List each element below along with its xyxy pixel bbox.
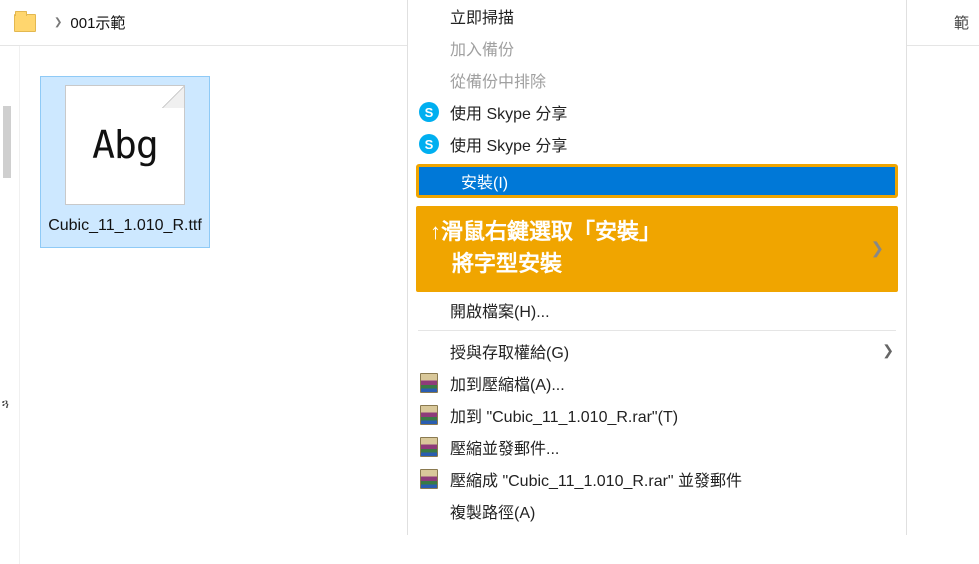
menu-add-backup-label: 加入備份 — [450, 36, 894, 60]
gutter-glyph: ጓ — [2, 396, 9, 412]
menu-skype-share-1[interactable]: S 使用 Skype 分享 — [408, 96, 906, 128]
file-item-selected[interactable]: Abg Cubic_11_1.010_R.ttf — [40, 76, 210, 248]
clipped-text: 範 — [954, 12, 969, 33]
chevron-right-icon: ❯ — [882, 342, 894, 359]
context-menu: 立即掃描 加入備份 從備份中排除 S 使用 Skype 分享 S 使用 Skyp… — [407, 0, 907, 535]
menu-rar-add[interactable]: 加到壓縮檔(A)... — [408, 367, 906, 399]
menu-grant-access-label: 授與存取權給(G) — [450, 339, 882, 363]
submenu-arrow-icon: ❯ — [871, 237, 884, 260]
menu-rar-compress-mail[interactable]: 壓縮並發郵件... — [408, 431, 906, 463]
menu-rar-add-label: 加到壓縮檔(A)... — [450, 371, 894, 395]
menu-rar-add-named-label: 加到 "Cubic_11_1.010_R.rar"(T) — [450, 403, 894, 427]
file-name-label: Cubic_11_1.010_R.ttf — [47, 215, 203, 237]
skype-icon: S — [418, 133, 440, 155]
menu-exclude-backup-label: 從備份中排除 — [450, 68, 894, 92]
winrar-icon — [418, 468, 440, 490]
winrar-icon — [418, 372, 440, 394]
menu-rar-add-named[interactable]: 加到 "Cubic_11_1.010_R.rar"(T) — [408, 399, 906, 431]
menu-rar-compress-mail-label: 壓縮並發郵件... — [450, 435, 894, 459]
menu-install[interactable]: 安裝(I) — [419, 167, 895, 195]
winrar-icon — [418, 404, 440, 426]
install-highlight-frame: 安裝(I) — [416, 164, 898, 198]
menu-skype-share-1-label: 使用 Skype 分享 — [450, 100, 894, 124]
breadcrumb-folder[interactable]: 001示範 — [70, 12, 125, 33]
menu-rar-compress-named-mail[interactable]: 壓縮成 "Cubic_11_1.010_R.rar" 並發郵件 — [408, 463, 906, 495]
font-sample-text: Abg — [92, 123, 158, 167]
annotation-line2: 將字型安裝 — [430, 248, 884, 280]
left-gutter: ጓ — [0, 46, 20, 564]
menu-open-file[interactable]: 開啟檔案(H)... — [408, 294, 906, 326]
skype-icon: S — [418, 101, 440, 123]
menu-scan-now[interactable]: 立即掃描 — [408, 0, 906, 32]
annotation-line1: ↑滑鼠右鍵選取「安裝」 — [430, 216, 884, 248]
menu-separator — [418, 330, 896, 331]
annotation-callout: ↑滑鼠右鍵選取「安裝」 將字型安裝 ❯ — [416, 206, 898, 292]
winrar-icon — [418, 436, 440, 458]
menu-rar-compress-named-mail-label: 壓縮成 "Cubic_11_1.010_R.rar" 並發郵件 — [450, 467, 894, 491]
menu-exclude-backup: 從備份中排除 — [408, 64, 906, 96]
menu-skype-share-2-label: 使用 Skype 分享 — [450, 132, 894, 156]
gutter-marker — [3, 106, 11, 178]
chevron-right-icon: ❯ — [54, 17, 62, 28]
menu-skype-share-2[interactable]: S 使用 Skype 分享 — [408, 128, 906, 160]
menu-copy-path[interactable]: 複製路徑(A) — [408, 495, 906, 527]
menu-install-label: 安裝(I) — [461, 169, 883, 193]
menu-copy-path-label: 複製路徑(A) — [450, 499, 894, 523]
menu-add-backup: 加入備份 — [408, 32, 906, 64]
menu-scan-now-label: 立即掃描 — [450, 4, 894, 28]
menu-grant-access[interactable]: 授與存取權給(G) ❯ — [408, 335, 906, 367]
font-file-icon: Abg — [65, 85, 185, 205]
folder-icon — [14, 14, 36, 32]
menu-open-file-label: 開啟檔案(H)... — [450, 298, 894, 322]
